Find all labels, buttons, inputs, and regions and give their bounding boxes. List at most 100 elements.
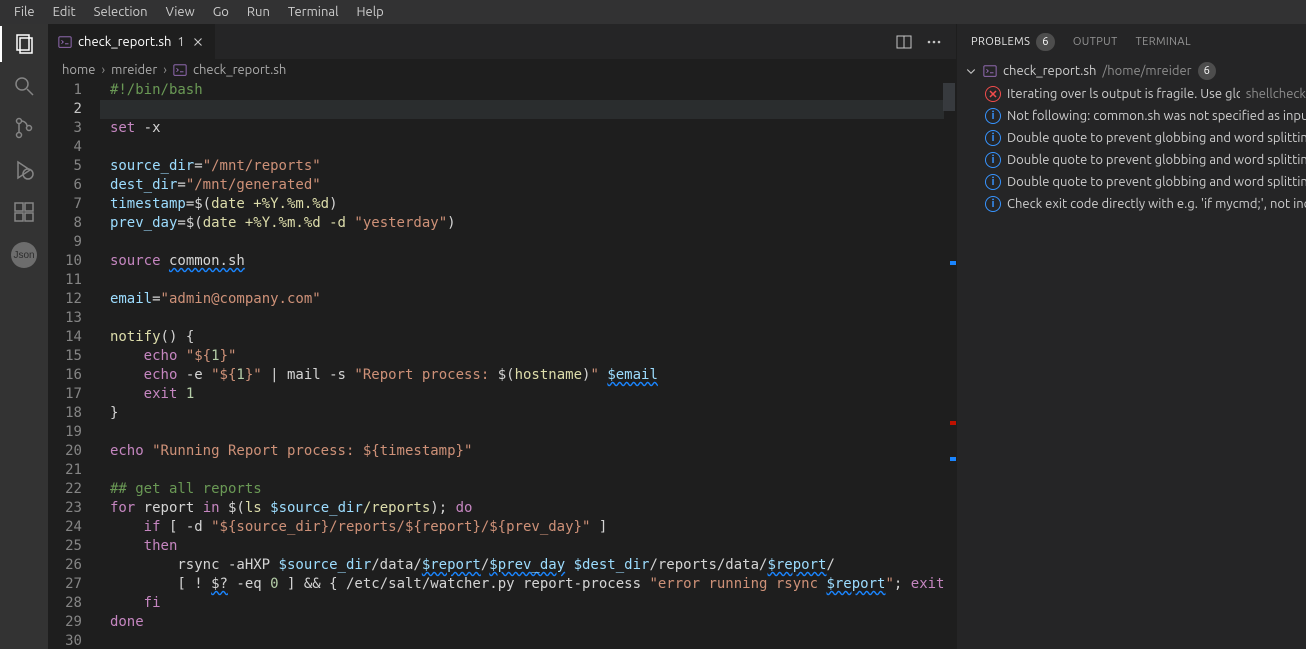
- panel-tab-bar: PROBLEMS 6 OUTPUT TERMINAL: [957, 24, 1306, 59]
- code-line[interactable]: timestamp=$(date +%Y.%m.%d): [100, 195, 945, 214]
- code-line[interactable]: then: [100, 537, 945, 556]
- info-icon: i: [985, 130, 1001, 146]
- code-line[interactable]: source_dir="/mnt/reports": [100, 157, 945, 176]
- menu-terminal[interactable]: Terminal: [280, 3, 347, 21]
- code-line[interactable]: done: [100, 613, 945, 632]
- menu-help[interactable]: Help: [348, 3, 391, 21]
- search-icon[interactable]: [12, 74, 36, 98]
- editor-actions: [896, 24, 956, 59]
- code-line[interactable]: source common.sh: [100, 252, 945, 271]
- problem-source: shellcheck: [1246, 87, 1306, 101]
- code-line[interactable]: notify() {: [100, 328, 945, 347]
- chevron-down-icon[interactable]: [965, 65, 977, 77]
- editor-column: check_report.sh 1 home › mreider ›: [48, 24, 956, 649]
- panel-tab-problems[interactable]: PROBLEMS 6: [971, 33, 1055, 51]
- code-line[interactable]: [100, 271, 945, 290]
- problems-file-count-badge: 6: [1198, 62, 1216, 80]
- overview-ruler[interactable]: [944, 81, 956, 649]
- code-line[interactable]: echo -e "${1}" | mail -s "Report process…: [100, 366, 945, 385]
- problem-item[interactable]: i Double quote to prevent globbing and wo…: [957, 149, 1306, 171]
- code-line[interactable]: [ ! $? -eq 0 ] && { /etc/salt/watcher.py…: [100, 575, 945, 594]
- split-editor-icon[interactable]: [896, 34, 912, 50]
- code-line[interactable]: [100, 632, 945, 649]
- editor-body[interactable]: 1234567891011121314151617181920212223242…: [48, 81, 956, 649]
- tab-modified-indicator: 1: [177, 35, 184, 49]
- code-line[interactable]: set -x: [100, 119, 945, 138]
- problem-item[interactable]: ✕ Iterating over ls output is fragile. Us…: [957, 83, 1306, 105]
- code-line[interactable]: for report in $(ls $source_dir/reports);…: [100, 499, 945, 518]
- problems-file-dir: /home/mreider: [1102, 64, 1191, 78]
- panel-tab-label: PROBLEMS: [971, 36, 1030, 48]
- problem-message: Double quote to prevent globbing and wor…: [1007, 131, 1306, 145]
- tab-close-icon[interactable]: [191, 35, 205, 49]
- code-line[interactable]: [100, 138, 945, 157]
- info-icon: i: [985, 152, 1001, 168]
- json-ext-icon[interactable]: Json: [11, 242, 37, 268]
- code-line[interactable]: dest_dir="/mnt/generated": [100, 176, 945, 195]
- code-line[interactable]: [100, 461, 945, 480]
- breadcrumb-file[interactable]: check_report.sh: [193, 63, 286, 77]
- breadcrumb[interactable]: home › mreider › check_report.sh: [48, 59, 956, 81]
- panel-tab-terminal[interactable]: TERMINAL: [1136, 36, 1191, 48]
- menu-run[interactable]: Run: [239, 3, 278, 21]
- shell-file-icon: [173, 63, 187, 77]
- menu-selection[interactable]: Selection: [86, 3, 156, 21]
- code-line[interactable]: exit 1: [100, 385, 945, 404]
- problem-item[interactable]: i Not following: common.sh was not specif…: [957, 105, 1306, 127]
- problem-message: Double quote to prevent globbing and wor…: [1007, 175, 1306, 189]
- problem-message: Not following: common.sh was not specifi…: [1007, 109, 1306, 123]
- info-icon: i: [985, 174, 1001, 190]
- chevron-right-icon: ›: [101, 63, 105, 77]
- info-icon: i: [985, 196, 1001, 212]
- code-line[interactable]: ## get all reports: [100, 480, 945, 499]
- code-line[interactable]: [100, 309, 945, 328]
- code-line[interactable]: echo "Running Report process: ${timestam…: [100, 442, 945, 461]
- menu-view[interactable]: View: [158, 3, 203, 21]
- extensions-icon[interactable]: [12, 200, 36, 224]
- main-row: Json check_report.sh 1: [0, 24, 1306, 649]
- code-line[interactable]: email="admin@company.com": [100, 290, 945, 309]
- problems-tree[interactable]: check_report.sh /home/mreider 6 ✕ Iterati…: [957, 59, 1306, 649]
- explorer-icon[interactable]: [12, 32, 36, 56]
- code-line[interactable]: if [ -d "${source_dir}/reports/${report}…: [100, 518, 945, 537]
- menu-edit[interactable]: Edit: [45, 3, 84, 21]
- code-line[interactable]: [100, 423, 945, 442]
- code-area[interactable]: #!/bin/bash set -x source_dir="/mnt/report…: [100, 81, 945, 649]
- code-line[interactable]: [100, 100, 945, 119]
- error-icon: ✕: [985, 86, 1001, 102]
- side-panel: PROBLEMS 6 OUTPUT TERMINAL check_report.…: [956, 24, 1306, 649]
- code-line[interactable]: }: [100, 404, 945, 423]
- breadcrumb-segment[interactable]: home: [62, 63, 95, 77]
- shell-file-icon: [983, 64, 997, 78]
- debug-icon[interactable]: [12, 158, 36, 182]
- code-line[interactable]: [100, 233, 945, 252]
- problem-message: Iterating over ls output is fragile. Use…: [1007, 87, 1240, 101]
- menu-file[interactable]: File: [6, 3, 43, 21]
- source-control-icon[interactable]: [12, 116, 36, 140]
- problems-file-name: check_report.sh: [1003, 64, 1096, 78]
- tab-bar: check_report.sh 1: [48, 24, 956, 59]
- chevron-right-icon: ›: [163, 63, 167, 77]
- menu-go[interactable]: Go: [205, 3, 237, 21]
- problems-count-badge: 6: [1036, 33, 1055, 51]
- problem-item[interactable]: i Check exit code directly with e.g. 'if …: [957, 193, 1306, 215]
- activity-bar: Json: [0, 24, 48, 649]
- problem-item[interactable]: i Double quote to prevent globbing and wo…: [957, 127, 1306, 149]
- problems-file-row[interactable]: check_report.sh /home/mreider 6: [957, 59, 1306, 83]
- tab-check-report[interactable]: check_report.sh 1: [48, 24, 216, 59]
- code-line[interactable]: echo "${1}": [100, 347, 945, 366]
- problem-message: Double quote to prevent globbing and wor…: [1007, 153, 1306, 167]
- problem-message: Check exit code directly with e.g. 'if m…: [1007, 197, 1306, 211]
- more-actions-icon[interactable]: [926, 34, 942, 50]
- breadcrumb-segment[interactable]: mreider: [111, 63, 157, 77]
- panel-tab-output[interactable]: OUTPUT: [1073, 36, 1118, 48]
- line-number-gutter: 1234567891011121314151617181920212223242…: [48, 81, 100, 649]
- menubar: File Edit Selection View Go Run Terminal…: [0, 0, 1306, 24]
- tab-filename: check_report.sh: [78, 35, 171, 49]
- problem-item[interactable]: i Double quote to prevent globbing and wo…: [957, 171, 1306, 193]
- code-line[interactable]: rsync -aHXP $source_dir/data/$report/$pr…: [100, 556, 945, 575]
- code-line[interactable]: #!/bin/bash: [100, 81, 945, 100]
- code-line[interactable]: prev_day=$(date +%Y.%m.%d -d "yesterday"…: [100, 214, 945, 233]
- code-line[interactable]: fi: [100, 594, 945, 613]
- info-icon: i: [985, 108, 1001, 124]
